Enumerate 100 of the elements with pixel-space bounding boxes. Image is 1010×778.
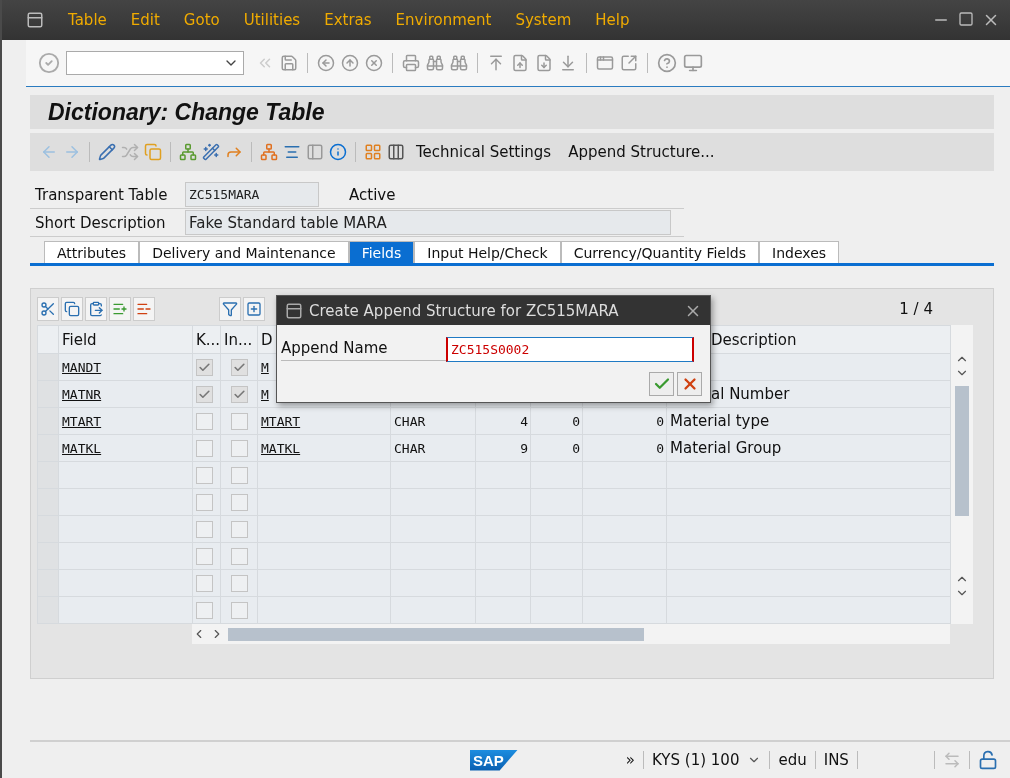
shuffle-icon[interactable] xyxy=(121,143,139,161)
column-header[interactable]: Description xyxy=(711,330,797,349)
tab[interactable]: Delivery and Maintenance xyxy=(139,241,349,263)
menu-item[interactable]: Table xyxy=(68,11,107,29)
insert-mode[interactable]: INS xyxy=(823,751,849,769)
back-icon[interactable] xyxy=(317,54,335,72)
table-cell: CHAR xyxy=(394,441,426,456)
confirm-button[interactable] xyxy=(649,372,674,396)
initial-checkbox[interactable] xyxy=(231,413,248,430)
key-checkbox[interactable] xyxy=(196,386,213,403)
toolbar-button[interactable]: Technical Settings xyxy=(410,138,558,166)
previous-page-icon[interactable] xyxy=(511,54,529,72)
hierarchy-icon[interactable] xyxy=(179,143,197,161)
tab[interactable]: Input Help/Check xyxy=(414,241,561,263)
last-page-icon[interactable] xyxy=(559,54,577,72)
command-field[interactable] xyxy=(66,51,244,75)
columns-icon[interactable] xyxy=(387,143,405,161)
key-checkbox[interactable] xyxy=(196,521,213,538)
initial-checkbox[interactable] xyxy=(231,494,248,511)
menu-item[interactable]: Extras xyxy=(324,11,372,29)
expand-button[interactable]: » xyxy=(625,751,636,769)
filter-icon[interactable] xyxy=(219,297,241,321)
vertical-scrollbar[interactable] xyxy=(951,325,973,624)
initial-checkbox[interactable] xyxy=(231,467,248,484)
column-header[interactable]: D xyxy=(261,330,273,349)
right-arrow-icon[interactable] xyxy=(63,143,81,161)
pencil-icon[interactable] xyxy=(98,143,116,161)
field-value[interactable]: Fake Standard table MARA xyxy=(185,210,671,235)
horizontal-scrollbar[interactable] xyxy=(192,624,950,644)
toolbar-button[interactable]: Append Structure... xyxy=(562,138,721,166)
menu-item[interactable]: System xyxy=(515,11,572,29)
delete-row-icon[interactable] xyxy=(133,297,155,321)
key-checkbox[interactable] xyxy=(196,440,213,457)
new-window-icon[interactable] xyxy=(596,54,614,72)
window-menu-icon[interactable] xyxy=(285,301,303,320)
initial-checkbox[interactable] xyxy=(231,386,248,403)
data-element-link[interactable]: M xyxy=(261,360,269,375)
insert-icon[interactable] xyxy=(243,297,265,321)
initial-checkbox[interactable] xyxy=(231,440,248,457)
data-element-link[interactable]: MATKL xyxy=(261,441,301,456)
window-menu-icon[interactable] xyxy=(26,11,44,29)
exit-icon[interactable] xyxy=(341,54,359,72)
menu-item[interactable]: Utilities xyxy=(243,11,301,29)
wand-icon[interactable] xyxy=(202,143,220,161)
system-info[interactable]: KYS (1) 100 xyxy=(652,751,740,769)
menu-item[interactable]: Help xyxy=(595,11,630,29)
check-icon[interactable] xyxy=(38,52,60,74)
hierarchy-icon[interactable] xyxy=(260,143,278,161)
maximize-icon[interactable] xyxy=(958,11,974,27)
first-page-icon[interactable] xyxy=(487,54,505,72)
screen-title: Dictionary: Change Table xyxy=(30,95,994,129)
panel-icon[interactable] xyxy=(306,143,324,161)
save-icon[interactable] xyxy=(280,54,298,72)
field-link[interactable]: MATKL xyxy=(62,441,102,456)
initial-checkbox[interactable] xyxy=(231,548,248,565)
stack-icon[interactable] xyxy=(283,143,301,161)
field-link[interactable]: MATNR xyxy=(62,387,102,402)
field-link[interactable]: MANDT xyxy=(62,360,102,375)
key-checkbox[interactable] xyxy=(196,548,213,565)
tab[interactable]: Attributes xyxy=(44,241,140,263)
binoculars-icon[interactable] xyxy=(426,54,444,72)
help-icon[interactable] xyxy=(657,53,677,73)
next-page-icon[interactable] xyxy=(535,54,553,72)
tab[interactable]: Fields xyxy=(348,241,415,263)
copy-icon[interactable] xyxy=(61,297,83,321)
unlocked-icon[interactable] xyxy=(977,750,998,770)
status-text: Active xyxy=(349,185,396,204)
key-checkbox[interactable] xyxy=(196,359,213,376)
shortcut-icon[interactable] xyxy=(620,54,638,72)
binoculars-icon[interactable] xyxy=(450,54,468,72)
key-checkbox[interactable] xyxy=(196,467,213,484)
key-checkbox[interactable] xyxy=(196,602,213,619)
field-value[interactable]: ZC515MARA xyxy=(185,182,319,207)
column-header[interactable]: Field xyxy=(62,330,97,349)
initial-checkbox[interactable] xyxy=(231,521,248,538)
grid-icon[interactable] xyxy=(364,143,382,161)
monitor-icon[interactable] xyxy=(683,53,703,73)
menu-item[interactable]: Environment xyxy=(395,11,492,29)
paste-icon[interactable] xyxy=(85,297,107,321)
tab[interactable]: Currency/Quantity Fields xyxy=(560,241,759,263)
scissors-icon[interactable] xyxy=(37,297,59,321)
info-icon[interactable] xyxy=(329,143,347,161)
initial-checkbox[interactable] xyxy=(231,602,248,619)
data-element-link[interactable]: M xyxy=(261,387,269,402)
field-link[interactable]: MTART xyxy=(62,414,102,429)
cancel-icon[interactable] xyxy=(365,54,383,72)
tab[interactable]: Indexes xyxy=(759,241,840,263)
menu-item[interactable]: Edit xyxy=(130,11,160,29)
data-element-link[interactable]: MTART xyxy=(261,414,301,429)
initial-checkbox[interactable] xyxy=(231,359,248,376)
append-name-field[interactable]: ZC515S0002 xyxy=(446,337,694,362)
cancel-button[interactable] xyxy=(677,372,702,396)
transfer-icon[interactable] xyxy=(942,751,961,769)
key-checkbox[interactable] xyxy=(196,575,213,592)
insert-row-icon[interactable] xyxy=(109,297,131,321)
key-checkbox[interactable] xyxy=(196,494,213,511)
initial-checkbox[interactable] xyxy=(231,575,248,592)
print-icon[interactable] xyxy=(402,54,420,72)
menu-item[interactable]: Goto xyxy=(183,11,220,29)
key-checkbox[interactable] xyxy=(196,413,213,430)
